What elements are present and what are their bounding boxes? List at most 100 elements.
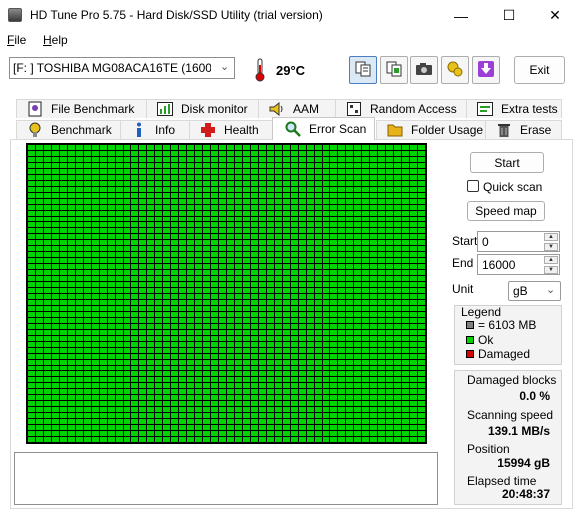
- scan-block: [330, 234, 338, 240]
- scan-block: [290, 156, 298, 162]
- scan-block: [123, 180, 131, 186]
- scan-block: [131, 204, 139, 210]
- screenshot-button[interactable]: [410, 56, 438, 84]
- scan-block: [123, 311, 131, 317]
- tab-folder-usage[interactable]: Folder Usage: [376, 120, 486, 139]
- exit-button[interactable]: Exit: [514, 56, 565, 84]
- tab-benchmark[interactable]: Benchmark: [16, 120, 121, 139]
- scan-block: [330, 419, 338, 425]
- scan-block: [418, 216, 425, 222]
- scan-block: [28, 353, 35, 359]
- scan-block: [290, 335, 298, 341]
- scan-block: [51, 323, 59, 329]
- legend-ok-swatch: [466, 336, 474, 344]
- scan-block: [266, 413, 274, 419]
- scan-block: [250, 371, 258, 377]
- scan-block: [290, 240, 298, 246]
- start-scan-button[interactable]: Start: [470, 152, 544, 173]
- scan-block: [163, 389, 171, 395]
- scan-block: [179, 264, 187, 270]
- scan-block: [155, 311, 163, 317]
- scan-block: [418, 371, 425, 377]
- scan-block: [266, 294, 274, 299]
- scan-block: [386, 222, 394, 228]
- scan-block: [338, 168, 346, 174]
- scan-log[interactable]: [14, 452, 438, 505]
- scan-block: [306, 383, 314, 389]
- scan-block: [266, 168, 274, 174]
- scan-block: [378, 431, 386, 437]
- tab-random-access[interactable]: Random Access: [335, 99, 467, 118]
- scan-block: [51, 162, 59, 168]
- scan-block: [290, 150, 298, 156]
- close-button[interactable]: ✕: [532, 0, 578, 31]
- scan-block: [83, 174, 91, 180]
- disk-monitor-icon: [157, 101, 173, 117]
- scan-block: [250, 401, 258, 407]
- scan-block: [258, 270, 266, 276]
- copy-text-button[interactable]: [380, 56, 408, 84]
- scan-block: [346, 228, 354, 234]
- quick-scan-checkbox[interactable]: [467, 180, 479, 192]
- speed-map-button[interactable]: Speed map: [467, 201, 545, 221]
- save-button[interactable]: [472, 56, 500, 84]
- scan-block: [346, 246, 354, 252]
- scan-block: [354, 204, 362, 210]
- scan-block: [219, 252, 226, 258]
- tab-info[interactable]: Info: [120, 120, 190, 139]
- minimize-button[interactable]: —: [438, 0, 484, 31]
- scan-block: [250, 425, 258, 431]
- scan-block: [410, 377, 418, 383]
- options-button[interactable]: [441, 56, 469, 84]
- scan-block: [28, 329, 35, 335]
- scan-block: [139, 204, 147, 210]
- scan-block: [346, 413, 354, 419]
- tab-file-benchmark[interactable]: File Benchmark: [16, 99, 147, 118]
- scan-block: [28, 359, 35, 365]
- scan-block: [67, 162, 75, 168]
- tab-erase[interactable]: Erase: [485, 120, 562, 139]
- scan-block: [386, 377, 394, 383]
- scan-block: [67, 270, 75, 276]
- scan-block: [266, 407, 274, 413]
- scan-block: [211, 341, 219, 347]
- menu-file[interactable]: File: [7, 33, 26, 47]
- start-spinner[interactable]: ▲ ▼: [544, 233, 558, 251]
- scan-block: [123, 240, 131, 246]
- menu-help[interactable]: Help: [43, 33, 68, 47]
- scan-block: [274, 395, 282, 401]
- end-spinner[interactable]: ▲ ▼: [544, 256, 558, 274]
- scan-block: [83, 329, 91, 335]
- scan-block: [179, 258, 187, 264]
- scan-block: [67, 180, 75, 186]
- scan-block: [386, 419, 394, 425]
- scan-block: [155, 305, 163, 311]
- scan-block: [362, 371, 370, 377]
- scan-block: [28, 299, 35, 305]
- maximize-button[interactable]: ☐: [486, 0, 532, 31]
- scan-block: [266, 156, 274, 162]
- scan-block: [258, 282, 266, 288]
- scan-block: [298, 288, 306, 293]
- scan-block: [362, 347, 370, 353]
- scan-block: [386, 335, 394, 341]
- tab-extra-tests[interactable]: Extra tests: [466, 99, 562, 118]
- scan-block: [219, 311, 226, 317]
- scan-block: [43, 288, 51, 293]
- scan-block: [402, 246, 410, 252]
- scan-block: [394, 335, 402, 341]
- scan-block: [28, 180, 35, 186]
- scan-block: [28, 228, 35, 234]
- scan-block: [362, 401, 370, 407]
- tab-error-scan[interactable]: Error Scan: [272, 117, 375, 140]
- scan-block: [410, 264, 418, 270]
- copy-info-button[interactable]: [349, 56, 377, 84]
- scan-block: [187, 204, 195, 210]
- scan-block: [242, 371, 250, 377]
- tab-health[interactable]: Health: [189, 120, 273, 139]
- tab-disk-monitor[interactable]: Disk monitor: [146, 99, 259, 118]
- tab-aam[interactable]: AAM: [258, 99, 336, 118]
- scan-block: [203, 383, 211, 389]
- scan-block: [322, 389, 330, 395]
- scan-block: [274, 341, 282, 347]
